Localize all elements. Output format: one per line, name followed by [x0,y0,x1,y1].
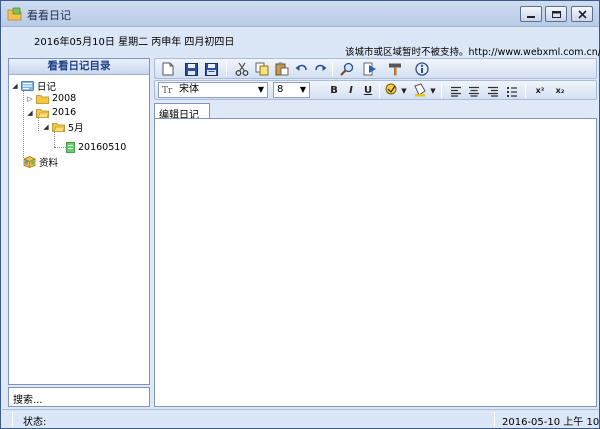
tree-node-label: 资料 [39,157,59,169]
align-left-button[interactable] [447,83,465,99]
new-button[interactable] [159,61,177,77]
save-icon [184,62,198,76]
info-button[interactable] [413,61,431,77]
diary-tree-panel: 看看日记目录 ◢ 日记 ▷ 2008 ◢ 2016 ◢ 5月 20160510 … [8,58,150,385]
font-size-select[interactable]: 8 ▼ [273,82,310,98]
undo-button[interactable] [292,61,310,77]
tree-node-diary[interactable]: ◢ 日记 [11,79,57,93]
tree-node-label: 日记 [37,81,57,93]
maximize-button[interactable] [545,6,567,22]
highlight-color-icon [385,83,397,95]
status-datetime: 2016-05-10 上午 10: [502,417,600,428]
underline-button[interactable]: U [361,83,375,98]
info-icon [415,62,429,76]
folder-open-icon [36,108,49,118]
font-color-button[interactable] [411,82,429,98]
folder-icon [36,94,49,104]
arrow-right-icon [363,62,376,76]
app-logo-icon [7,7,22,21]
title-bar[interactable]: 看看日记 [1,1,599,27]
diary-icon [21,80,34,91]
new-document-icon [162,62,174,76]
italic-button[interactable]: I [344,83,358,98]
window-title: 看看日记 [27,9,71,22]
tree-node-materials[interactable]: 资料 [21,155,59,169]
redo-icon [314,64,326,71]
weather-notice-text: 该城市或区域暂时不被支持。http://www.webxml.com.cn/ [345,47,600,58]
close-button[interactable] [571,6,593,22]
bullet-list-icon [507,86,517,97]
highlight-dropdown-arrow-icon[interactable]: ▼ [400,83,408,98]
maximize-icon [552,11,561,18]
tree-node-label: 2016 [52,107,77,118]
tree-node-label: 5月 [68,122,84,134]
chevron-down-icon[interactable]: ▼ [300,83,306,97]
tree-node-label: 2008 [52,93,77,104]
save-all-icon [204,62,218,76]
bullet-list-button[interactable] [503,83,521,99]
align-left-icon [451,86,461,97]
minimize-icon [527,16,535,18]
copy-button[interactable] [253,61,271,77]
search-icon [340,62,354,76]
align-center-button[interactable] [465,83,483,99]
subscript-button[interactable]: x₂ [552,83,568,98]
bold-button[interactable]: B [327,83,341,98]
redo-button[interactable] [311,61,329,77]
lunar-date-text: 2016年05月10日 星期二 丙申年 四月初四日 [34,37,235,48]
font-family-value: 宋体 [179,84,199,95]
highlight-button[interactable] [382,82,400,98]
diary-editor[interactable] [154,118,597,407]
collapsed-arrow-icon[interactable]: ▷ [26,95,34,103]
font-size-value: 8 [277,84,284,95]
chevron-down-icon[interactable]: ▼ [258,83,264,97]
go-to-button[interactable] [361,61,379,77]
truetype-font-icon: Tr [162,86,173,96]
hammer-icon [389,63,401,76]
align-center-icon [469,86,479,97]
search-input[interactable]: 搜索... [8,387,150,407]
folder-open-icon [52,122,65,132]
expand-arrow-icon[interactable]: ◢ [42,123,50,131]
cut-button[interactable] [233,61,251,77]
status-label: 状态: [23,417,47,428]
tab-edit-diary[interactable]: 编辑日记 [154,103,210,121]
scissors-icon [235,62,249,76]
note-icon [66,142,75,153]
tools-button[interactable] [386,61,404,77]
tree-node-2008[interactable]: ▷ 2008 [26,92,76,105]
align-right-icon [488,86,498,97]
close-icon [578,10,587,19]
tree-node-label: 20160510 [78,142,127,153]
font-family-select[interactable]: Tr 宋体 ▼ [158,82,268,98]
find-button[interactable] [338,61,356,77]
tree-panel-header: 看看日记目录 [9,59,149,75]
box-icon [23,155,36,168]
save-all-button[interactable] [202,61,220,77]
copy-icon [255,62,269,76]
undo-icon [295,64,307,71]
tree-node-2016[interactable]: ◢ 2016 [26,106,76,119]
font-color-dropdown-arrow-icon[interactable]: ▼ [429,83,437,98]
expand-arrow-icon[interactable]: ◢ [26,109,34,117]
status-bar: 状态: 2016-05-10 上午 10: [2,409,600,428]
paste-icon [275,62,289,76]
expand-arrow-icon[interactable]: ◢ [11,82,19,90]
superscript-button[interactable]: x² [532,83,548,98]
tree-node-may[interactable]: ◢ 5月 [42,120,84,134]
info-strip: 2016年05月10日 星期二 丙申年 四月初四日 该城市或区域暂时不被支持。h… [2,28,600,58]
font-color-icon [414,83,426,97]
paste-button[interactable] [273,61,291,77]
main-toolbar [154,58,597,79]
align-right-button[interactable] [484,83,502,99]
save-button[interactable] [182,61,200,77]
tree-node-entry-20160510[interactable]: 20160510 [66,141,126,154]
main-window: 看看日记 2016年05月10日 星期二 丙申年 四月初四日 该城市或区域暂时不… [0,0,600,429]
minimize-button[interactable] [520,6,542,22]
